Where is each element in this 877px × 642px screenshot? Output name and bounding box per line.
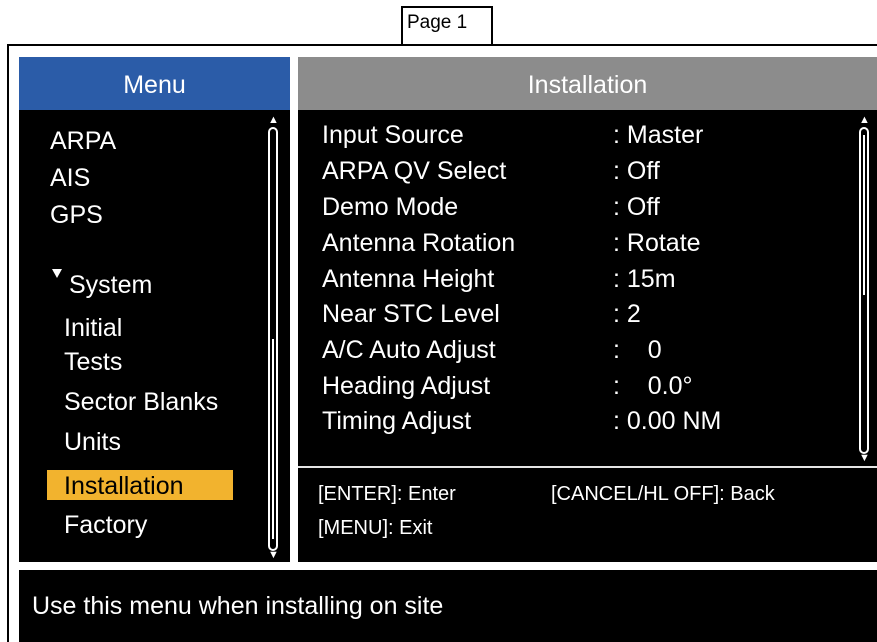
setting-value: : 2 — [613, 300, 641, 328]
menu-title: Menu — [19, 57, 290, 110]
menu-item-sector-blanks[interactable]: Sector Blanks — [64, 387, 218, 417]
menu-item-ais[interactable]: AIS — [50, 163, 90, 193]
setting-value: : 15m — [613, 265, 676, 293]
setting-value: : Master — [613, 121, 704, 149]
hint-menu: [MENU]: Exit — [318, 517, 433, 539]
status-text: Use this menu when installing on site — [32, 592, 444, 620]
hint-enter: [ENTER]: Enter — [318, 483, 456, 505]
setting-row-antenna-rotation[interactable]: Antenna Rotation : Rotate — [298, 229, 877, 265]
menu-item-system[interactable]: System — [69, 270, 152, 300]
setting-label: Heading Adjust — [322, 372, 491, 400]
page-tab: Page 1 — [401, 6, 493, 44]
installation-scrollbar[interactable] — [859, 127, 869, 454]
status-bar: Use this menu when installing on site — [19, 570, 877, 642]
setting-value: : 0 — [613, 336, 662, 364]
setting-row-arpa-qv-select[interactable]: ARPA QV Select : Off — [298, 157, 877, 193]
menu-item-initial[interactable]: Initial — [64, 313, 122, 343]
installation-panel: Installation Input Source : Master ARPA … — [298, 57, 877, 562]
hint-cancel: [CANCEL/HL OFF]: Back — [551, 483, 775, 505]
setting-label: ARPA QV Select — [322, 157, 507, 185]
setting-row-timing-adjust[interactable]: Timing Adjust : 0.00 NM — [298, 407, 877, 443]
menu-item-installation[interactable]: Installation — [64, 471, 184, 501]
arrow-up-icon[interactable]: ▲ — [268, 115, 279, 126]
setting-row-antenna-height[interactable]: Antenna Height : 15m — [298, 265, 877, 301]
setting-row-demo-mode[interactable]: Demo Mode : Off — [298, 193, 877, 229]
setting-value: : Off — [613, 157, 660, 185]
setting-value: : 0.00 NM — [613, 407, 722, 435]
setting-label: Antenna Rotation — [322, 229, 516, 257]
menu-item-tests[interactable]: Tests — [64, 347, 122, 377]
menu-item-arpa[interactable]: ARPA — [50, 126, 116, 156]
setting-value: : Off — [613, 193, 660, 221]
arrow-up-icon[interactable]: ▲ — [859, 115, 870, 126]
installation-scroll-thumb[interactable] — [863, 135, 865, 295]
arrow-down-icon[interactable]: ▼ — [859, 453, 870, 464]
setting-value: : Rotate — [613, 229, 701, 257]
menu-item-units[interactable]: Units — [64, 427, 121, 457]
setting-row-near-stc-level[interactable]: Near STC Level : 2 — [298, 300, 877, 336]
setting-label: A/C Auto Adjust — [322, 336, 496, 364]
setting-row-heading-adjust[interactable]: Heading Adjust : 0.0° — [298, 372, 877, 408]
triangle-down-icon — [52, 269, 62, 278]
setting-value: : 0.0° — [613, 372, 693, 400]
setting-label: Near STC Level — [322, 300, 500, 328]
menu-item-gps[interactable]: GPS — [50, 200, 103, 230]
menu-scrollbar[interactable] — [268, 127, 278, 551]
setting-label: Timing Adjust — [322, 407, 472, 435]
menu-scroll-thumb[interactable] — [272, 339, 274, 539]
setting-row-ac-auto-adjust[interactable]: A/C Auto Adjust : 0 — [298, 336, 877, 372]
setting-row-input-source[interactable]: Input Source : Master — [298, 121, 877, 157]
setting-label: Input Source — [322, 121, 464, 149]
menu-item-factory[interactable]: Factory — [64, 510, 147, 540]
arrow-down-icon[interactable]: ▼ — [268, 550, 279, 561]
menu-panel: Menu ARPA AIS GPS System Initial Tests S… — [19, 57, 290, 562]
installation-title: Installation — [298, 57, 877, 110]
divider — [298, 466, 877, 468]
setting-label: Antenna Height — [322, 265, 495, 293]
setting-label: Demo Mode — [322, 193, 459, 221]
